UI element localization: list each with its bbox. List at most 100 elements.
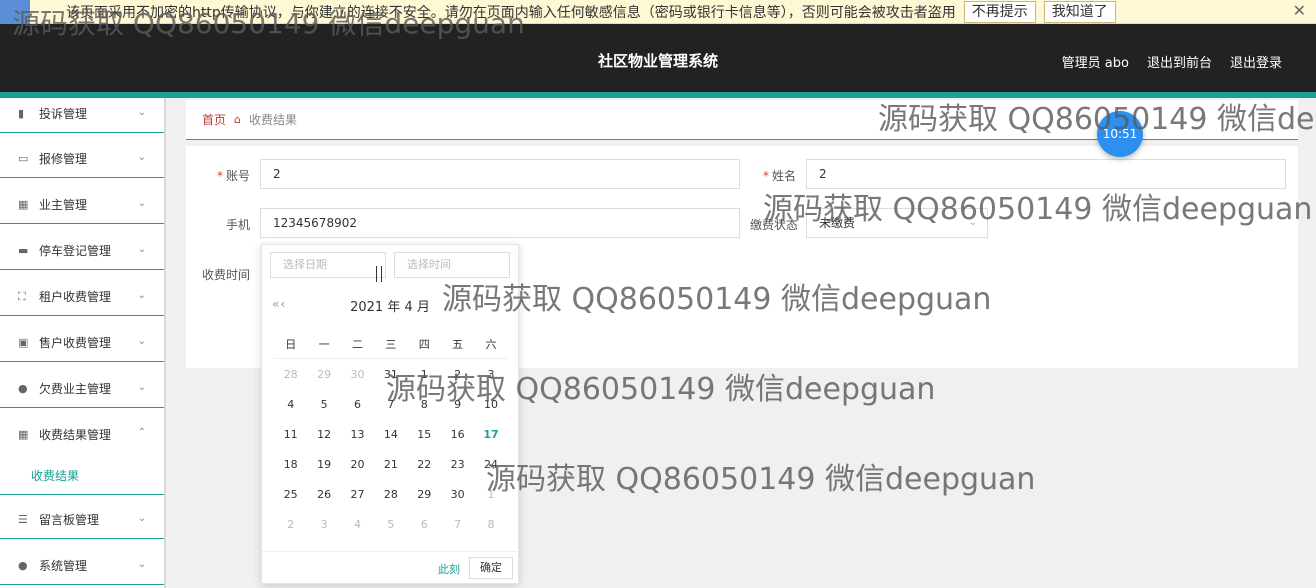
sidebar-item-tenant-fees[interactable]: ⛶ 租户收费管理 ⌄ [0,278,164,316]
weekday-header: 日 一 二 三 四 五 六 [274,329,508,359]
text-cursor-icon [376,266,382,282]
calendar-day[interactable]: 5 [374,518,407,531]
sidebar-item-complaints[interactable]: ▮ 投诉管理 ⌄ [0,95,164,133]
sidebar-item-fee-results[interactable]: ▦ 收费结果管理 ⌃ [0,415,164,453]
bulb-icon: ● [18,559,28,572]
calendar-day[interactable]: 14 [374,428,407,441]
chevron-down-icon: ⌄ [137,198,146,209]
card-icon: ▣ [18,336,29,349]
sidebar-item-label: 欠费业主管理 [39,382,112,396]
calendar-day[interactable]: 18 [274,458,307,471]
calendar-day[interactable]: 28 [274,368,307,381]
calendar-day[interactable]: 2 [274,518,307,531]
watermark: 源码获取 QQ86050149 微信deepguan [763,192,1313,227]
calendar-week: 2 3 4 5 6 7 8 [274,509,508,539]
close-icon[interactable]: ✕ [1293,1,1306,20]
watermark: 源码获取 QQ86050149 微信deepguan [12,7,525,40]
sidebar-item-arrears[interactable]: ● 欠费业主管理 ⌄ [0,370,164,408]
account-input[interactable]: 2 [260,159,740,189]
chevron-down-icon: ⌄ [137,513,146,524]
chevron-down-icon: ⌄ [137,244,146,255]
calendar-grid: 日 一 二 三 四 五 六 28 29 30 31 1 2 3 4 5 6 7 … [274,329,508,539]
calendar-day[interactable]: 30 [441,488,474,501]
calendar-day[interactable]: 22 [408,458,441,471]
sidebar-item-repairs[interactable]: ▭ 报修管理 ⌄ [0,140,164,178]
sidebar-item-label: 系统管理 [39,559,88,573]
picker-footer: 此刻 确定 [262,551,518,583]
weekday: 日 [285,337,297,351]
calendar-day[interactable]: 13 [341,428,374,441]
now-button[interactable]: 此刻 [438,561,460,577]
list-icon: ☰ [18,513,28,526]
calendar-day[interactable]: 21 [374,458,407,471]
no-remind-button[interactable]: 不再提示 [963,0,1036,23]
calendar-day[interactable]: 6 [341,398,374,411]
sidebar-item-label: 售户收费管理 [39,336,112,350]
apps-icon: ▦ [18,427,29,441]
calendar-day[interactable]: 11 [274,428,307,441]
calendar-day[interactable]: 20 [341,458,374,471]
chat-icon: ▬ [18,244,29,257]
sidebar-subitem-fee-result[interactable]: 收费结果 [0,457,164,495]
weekday: 四 [418,337,430,351]
sidebar-item-sale-fees[interactable]: ▣ 售户收费管理 ⌄ [0,324,164,362]
chevron-down-icon: ⌄ [137,336,146,347]
chevron-down-icon: ⌄ [137,107,146,118]
breadcrumb-home[interactable]: 首页 [202,111,226,128]
logout-link[interactable]: 退出登录 [1230,52,1282,71]
got-it-button[interactable]: 我知道了 [1043,0,1116,23]
weekday: 六 [485,337,497,351]
calendar-day[interactable]: 15 [408,428,441,441]
chevron-down-icon: ⌄ [137,382,146,393]
calendar-day[interactable]: 3 [307,518,340,531]
account-label: * 账号 [216,169,250,183]
calendar-day[interactable]: 16 [441,428,474,441]
calendar-day[interactable]: 5 [307,398,340,411]
message-icon: ▭ [18,152,29,165]
sidebar-item-message-board[interactable]: ☰ 留言板管理 ⌄ [0,501,164,539]
calendar-day[interactable]: 4 [341,518,374,531]
calendar-day[interactable]: 28 [374,488,407,501]
calendar-day[interactable]: 8 [474,518,507,531]
user-icon: ● [18,382,28,395]
sidebar-item-owners[interactable]: ▦ 业主管理 ⌄ [0,186,164,224]
watermark: 源码获取 QQ86050149 微信deepguan [878,102,1316,137]
sidebar-item-system[interactable]: ● 系统管理 ⌄ [0,547,164,585]
home-icon: ⌂ [234,113,241,126]
bar-chart-icon: ▮ [18,107,25,120]
calendar-day[interactable]: 19 [307,458,340,471]
calendar-day[interactable]: 30 [341,368,374,381]
sidebar-item-parking[interactable]: ▬ 停车登记管理 ⌄ [0,232,164,270]
sidebar-menu: ▮ 投诉管理 ⌄ ▭ 报修管理 ⌄ ▦ 业主管理 ⌄ ▬ 停车登记管理 ⌄ ⛶ … [0,98,166,588]
calendar-week: 18 19 20 21 22 23 24 [274,449,508,479]
calendar-day[interactable]: 25 [274,488,307,501]
sidebar-item-label: 投诉管理 [39,107,88,121]
chevron-down-icon: ⌄ [137,559,146,570]
sidebar-item-label: 收费结果管理 [39,427,112,442]
calendar-day[interactable]: 26 [307,488,340,501]
date-input[interactable]: 选择日期 [270,252,386,278]
phone-input[interactable]: 12345678902 [260,208,740,238]
confirm-button[interactable]: 确定 [469,557,513,579]
calendar-day[interactable]: 4 [274,398,307,411]
calendar-day[interactable]: 27 [341,488,374,501]
chevron-down-icon: ⌄ [137,152,146,163]
sidebar-item-label: 留言板管理 [39,513,100,527]
chevron-down-icon: ⌄ [137,290,146,301]
calendar-day[interactable]: 7 [441,518,474,531]
calendar-week: 25 26 27 28 29 30 1 [274,479,508,509]
exit-to-front-link[interactable]: 退出到前台 [1147,52,1212,71]
watermark: 源码获取 QQ86050149 微信deepguan [486,462,1036,497]
calendar-day[interactable]: 23 [441,458,474,471]
calendar-day[interactable]: 12 [307,428,340,441]
calendar-day[interactable]: 29 [408,488,441,501]
calendar-day-today[interactable]: 17 [474,428,507,441]
chevron-up-icon: ⌃ [137,427,146,438]
frame-icon: ⛶ [18,290,26,303]
header-links: 管理员 abo 退出到前台 退出登录 [1062,52,1282,71]
calendar-day[interactable]: 6 [408,518,441,531]
admin-user-link[interactable]: 管理员 abo [1062,52,1129,71]
weekday: 一 [318,337,330,351]
calendar-day[interactable]: 29 [307,368,340,381]
calendar-week: 11 12 13 14 15 16 17 [274,419,508,449]
